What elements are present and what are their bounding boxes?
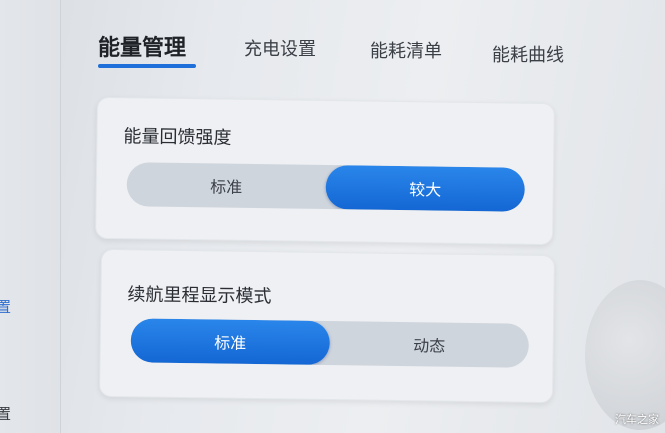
sidebar-item-partial-settings[interactable]: 置: [0, 403, 11, 424]
active-tab-indicator: [98, 64, 196, 68]
range-display-segmented-control: 标准 动态: [130, 318, 530, 368]
regen-option-strong[interactable]: 较大: [325, 165, 526, 212]
tab-energy-list[interactable]: 能耗清单: [370, 37, 442, 63]
regen-strength-card: 能量回馈强度 标准 较大: [95, 96, 555, 246]
range-display-title: 续航里程显示模式: [127, 284, 272, 308]
left-sidebar: 置 置: [0, 0, 61, 433]
regen-option-standard[interactable]: 标准: [126, 162, 326, 209]
watermark-logo: 汽车之家: [615, 413, 659, 426]
tab-energy-management[interactable]: 能量管理: [98, 30, 186, 62]
tab-energy-curve[interactable]: 能耗曲线: [492, 41, 564, 67]
range-option-dynamic[interactable]: 动态: [329, 321, 529, 368]
range-option-standard[interactable]: 标准: [130, 318, 331, 366]
range-display-card: 续航里程显示模式 标准 动态: [98, 248, 556, 404]
tab-charging-settings[interactable]: 充电设置: [244, 35, 316, 61]
regen-strength-title: 能量回馈强度: [123, 126, 232, 149]
regen-strength-segmented-control: 标准 较大: [126, 162, 526, 212]
steering-knob-edge: [585, 280, 665, 430]
sidebar-item-partial-active[interactable]: 置: [0, 296, 11, 317]
